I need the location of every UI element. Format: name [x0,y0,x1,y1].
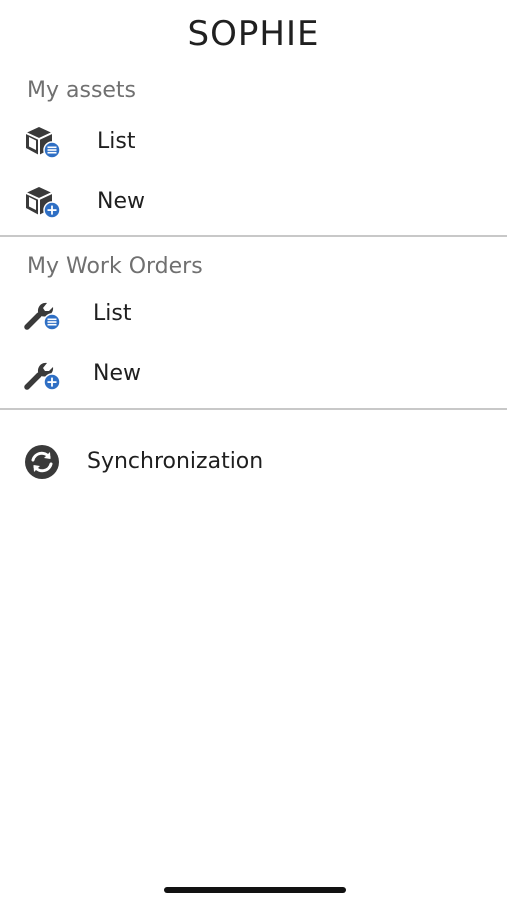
wrench-list-icon [22,296,62,332]
menu-item-label: List [97,129,136,154]
menu-item-label: List [93,301,132,326]
section-heading-work-orders: My Work Orders [27,254,203,279]
menu-item-label: New [97,189,145,214]
section-divider [0,408,507,410]
menu-item-work-orders-list[interactable]: List [0,288,507,340]
box-list-icon [22,124,62,160]
home-indicator [164,887,346,893]
menu-item-work-orders-new[interactable]: New [0,348,507,400]
side-menu-screen: SOPHIE My assets List New My Work Orders… [0,0,507,900]
box-add-icon [22,184,62,220]
menu-item-assets-new[interactable]: New [0,176,507,228]
wrench-add-icon [22,356,62,392]
section-divider [0,235,507,237]
menu-item-label: Synchronization [87,449,264,474]
menu-item-assets-list[interactable]: List [0,116,507,168]
sync-icon [22,444,62,480]
menu-item-synchronization[interactable]: Synchronization [0,436,507,488]
page-title: SOPHIE [187,14,320,54]
section-heading-assets: My assets [27,78,137,103]
menu-item-label: New [93,361,141,386]
